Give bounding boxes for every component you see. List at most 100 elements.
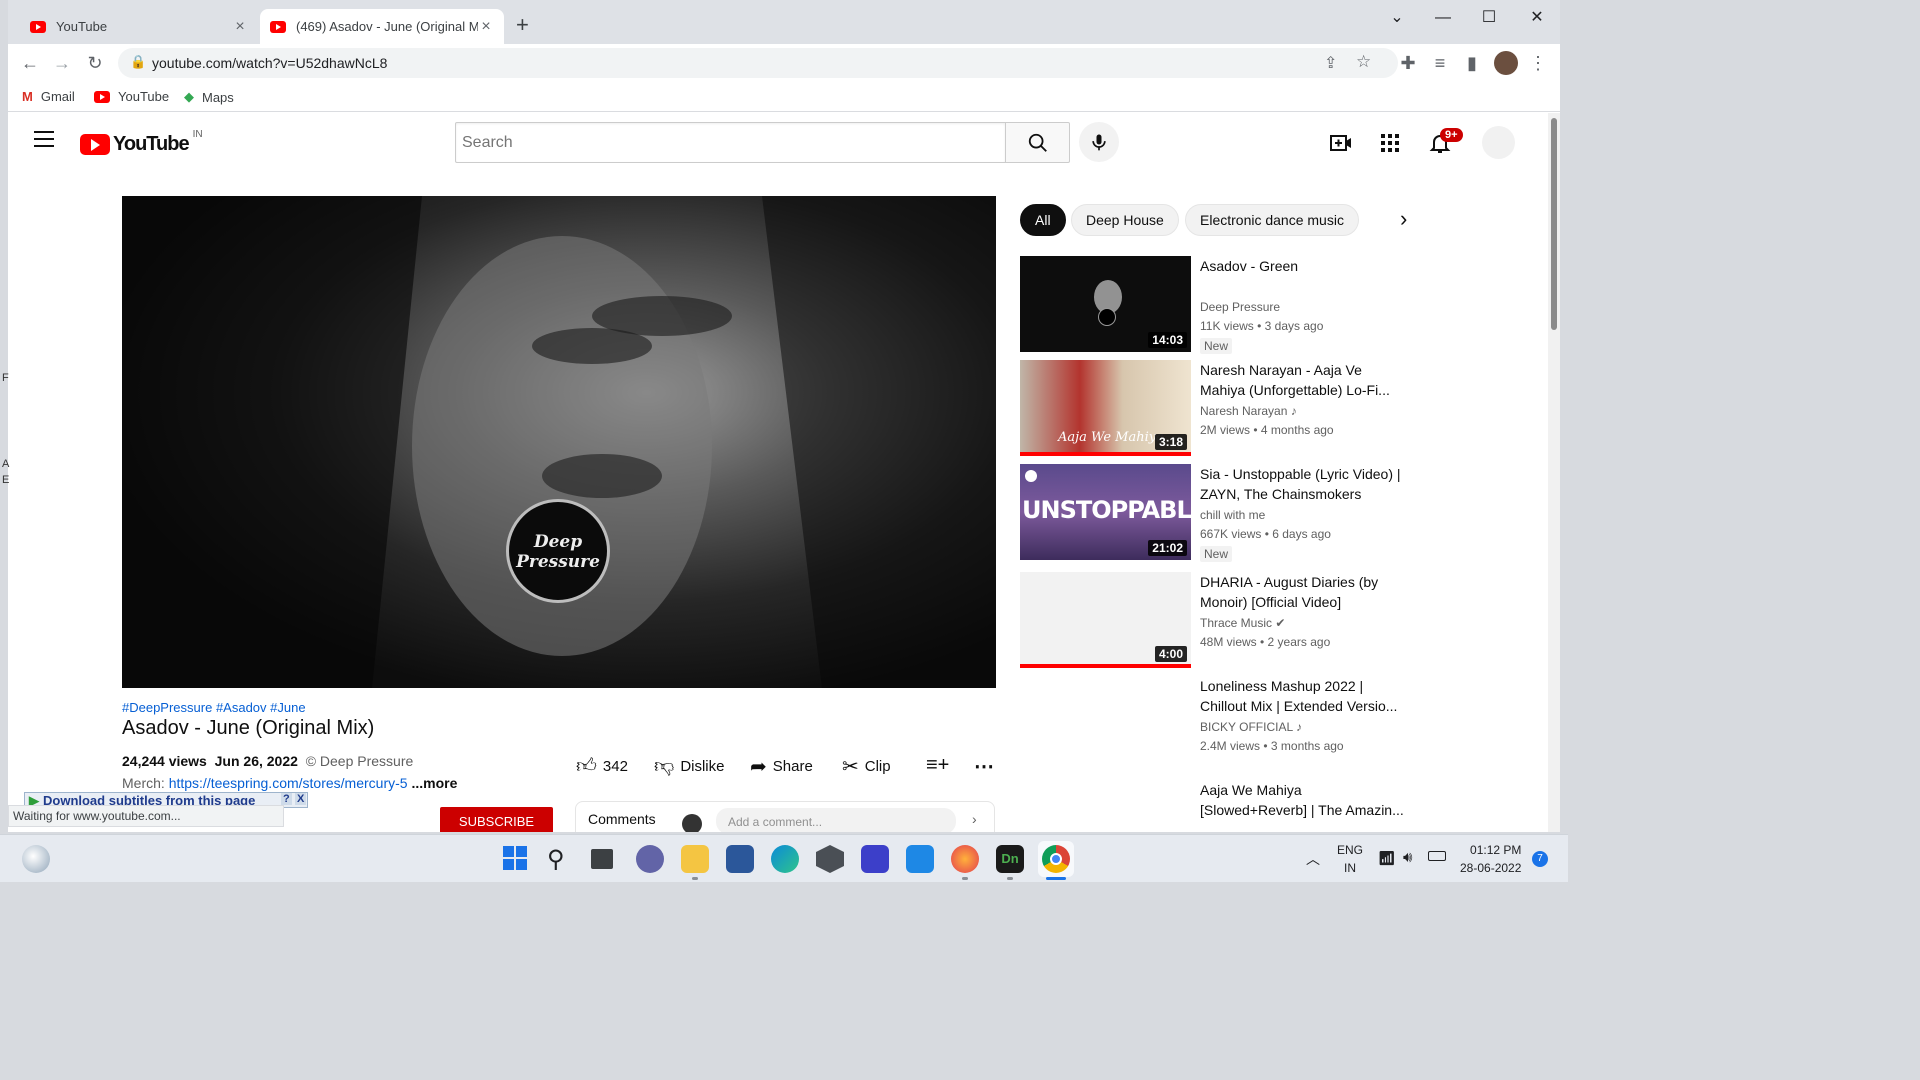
file-explorer-icon[interactable] — [681, 845, 709, 873]
unity-icon[interactable] — [816, 845, 844, 873]
recommendation-thumbnail[interactable]: 4:00 — [1020, 572, 1191, 668]
recommendation-item[interactable]: Loneliness Mashup 2022 | Chillout Mix | … — [1020, 676, 1410, 772]
more-actions-icon[interactable]: ⋯ — [974, 754, 994, 779]
tab-close-icon[interactable]: × — [478, 18, 494, 36]
recommendation-item[interactable]: 4:00 DHARIA - August Diaries (by Monoir)… — [1020, 572, 1410, 668]
chips-next-icon[interactable]: › — [1400, 206, 1407, 232]
new-tab-button[interactable]: + — [516, 12, 529, 38]
channel-name[interactable]: chill with me — [1200, 508, 1265, 522]
bookmark-label: Maps — [202, 89, 234, 105]
create-video-icon[interactable] — [1329, 131, 1353, 160]
channel-name[interactable]: Thrace Music ✔ — [1200, 616, 1285, 630]
tab-close-icon[interactable]: × — [232, 18, 248, 36]
chip-all[interactable]: All — [1020, 204, 1066, 236]
address-bar[interactable]: 🔒 youtube.com/watch?v=U52dhawNcL8 ⇪ ☆ — [118, 48, 1398, 78]
comments-panel[interactable]: Comments Add a comment... › — [575, 801, 995, 832]
recommendation-thumbnail[interactable]: Aaja We Mahiya 3:18 — [1020, 360, 1191, 456]
recommendation-item[interactable]: Aaja We Mahiya [Slowed+Reverb] | The Ama… — [1020, 780, 1410, 832]
watch-progress-bar — [1020, 664, 1191, 668]
chat-icon[interactable] — [636, 845, 664, 873]
help-icon[interactable]: ? — [281, 793, 292, 805]
bookmark-label: Gmail — [40, 89, 75, 104]
store-icon[interactable] — [726, 845, 754, 873]
apps-grid-icon[interactable] — [1379, 132, 1401, 159]
dislike-button[interactable]: 👎︎ Dislike — [654, 754, 725, 778]
chrome-menu-icon[interactable]: ⋮ — [1526, 51, 1550, 75]
recommendation-thumbnail[interactable]: 14:03 — [1020, 256, 1191, 352]
page-scrollbar[interactable] — [1548, 113, 1560, 832]
hamburger-menu-icon[interactable] — [34, 131, 54, 147]
forward-icon[interactable]: → — [50, 51, 74, 75]
powerautomate-icon[interactable] — [861, 845, 889, 873]
add-comment-input[interactable]: Add a comment... — [716, 808, 956, 832]
firefox-icon[interactable] — [951, 845, 979, 873]
show-more-button[interactable]: ...more — [411, 775, 457, 791]
share-button[interactable]: ➦ Share — [750, 754, 813, 779]
account-avatar[interactable] — [1482, 126, 1515, 159]
wifi-icon[interactable]: 📶︎ — [1378, 850, 1396, 867]
bookmark-label: YouTube — [118, 89, 170, 104]
search-box[interactable] — [455, 122, 1006, 163]
tab-youtube[interactable]: YouTube × — [20, 9, 258, 44]
bookmark-youtube[interactable]: YouTube — [94, 89, 169, 104]
recommendation-item[interactable]: Aaja We Mahiya 3:18 Naresh Narayan - Aaj… — [1020, 360, 1410, 456]
bookmark-gmail[interactable]: M Gmail — [22, 89, 75, 104]
save-to-playlist-icon[interactable]: ≡+ — [926, 754, 949, 777]
media-control-icon[interactable]: ≡ — [1428, 51, 1452, 75]
widgets-icon[interactable] — [22, 845, 50, 873]
youtube-logo[interactable]: YouTube IN — [80, 129, 203, 156]
recommendation-thumbnail[interactable]: UNSTOPPABLE 21:02 — [1020, 464, 1191, 560]
system-clock[interactable]: 01:12 PM 28-06-2022 — [1460, 841, 1521, 877]
merch-link[interactable]: https://teespring.com/stores/mercury-5 — [169, 775, 408, 791]
recommendation-thumbnail[interactable] — [1020, 676, 1191, 772]
extensions-icon[interactable]: ✚ — [1396, 51, 1420, 75]
tab-video[interactable]: (469) Asadov - June (Original Mix) × — [260, 9, 504, 44]
battery-icon[interactable] — [1428, 851, 1446, 861]
recommendation-title: Naresh Narayan - Aaja Ve Mahiya (Unforge… — [1200, 362, 1390, 398]
video-hashtags[interactable]: #DeepPressure #Asadov #June — [122, 700, 306, 715]
profile-avatar[interactable] — [1494, 51, 1518, 75]
share-page-icon[interactable]: ⇪ — [1324, 53, 1337, 73]
show-hidden-icons[interactable]: ︿ — [1306, 849, 1320, 869]
channel-label: Thrace Music — [1200, 616, 1273, 630]
notification-count-badge[interactable]: 7 — [1532, 851, 1548, 867]
channel-name[interactable]: Naresh Narayan ♪ — [1200, 404, 1297, 418]
start-button[interactable] — [502, 845, 530, 873]
bookmark-star-icon[interactable]: ☆ — [1356, 52, 1371, 72]
close-window-button[interactable]: ✕ — [1514, 4, 1560, 32]
volume-icon[interactable]: 🔊︎ — [1403, 849, 1412, 866]
bookmark-maps[interactable]: ◆ Maps — [184, 89, 234, 105]
edge-icon[interactable] — [771, 845, 799, 873]
lock-icon: 🔒 — [130, 54, 147, 69]
task-view-icon[interactable] — [591, 849, 613, 869]
search-taskbar-icon[interactable]: ⚲ — [547, 845, 575, 873]
expand-chevron-icon[interactable]: › — [972, 811, 977, 827]
chrome-taskbar-button[interactable] — [1038, 841, 1074, 877]
clip-button[interactable]: ✂ Clip — [842, 754, 891, 779]
recommendation-item[interactable]: 14:03 Asadov - Green Deep Pressure 11K v… — [1020, 256, 1410, 354]
side-panel-icon[interactable]: ▮ — [1460, 51, 1484, 75]
share-icon: ➦ — [750, 756, 767, 778]
chip-deep-house[interactable]: Deep House — [1071, 204, 1179, 236]
video-player[interactable]: Deep Pressure — [122, 196, 996, 688]
subscribe-button[interactable]: SUBSCRIBE — [440, 807, 553, 832]
language-indicator[interactable]: ENG IN — [1337, 841, 1363, 877]
search-input[interactable] — [456, 123, 1005, 162]
search-button[interactable] — [1005, 122, 1070, 163]
tab-search-icon[interactable]: ⌄ — [1374, 4, 1420, 32]
scrollbar-thumb[interactable] — [1551, 118, 1557, 330]
reload-icon[interactable]: ↻ — [83, 51, 107, 75]
like-button[interactable]: 👍︎ 342 — [576, 754, 628, 778]
recommendation-item[interactable]: UNSTOPPABLE 21:02 Sia - Unstoppable (Lyr… — [1020, 464, 1410, 562]
dn-app-icon[interactable]: Dn — [996, 845, 1024, 873]
maximize-button[interactable]: ☐ — [1466, 4, 1512, 32]
channel-name[interactable]: Deep Pressure — [1200, 300, 1280, 314]
voice-search-button[interactable] — [1079, 122, 1119, 162]
minimize-button[interactable]: — — [1420, 4, 1466, 32]
video-frame-image — [122, 196, 996, 688]
chip-edm[interactable]: Electronic dance music — [1185, 204, 1359, 236]
vscode-icon[interactable] — [906, 845, 934, 873]
close-extension-icon[interactable]: X — [295, 793, 307, 805]
channel-name[interactable]: BICKY OFFICIAL ♪ — [1200, 720, 1302, 734]
back-icon[interactable]: ← — [18, 51, 42, 75]
